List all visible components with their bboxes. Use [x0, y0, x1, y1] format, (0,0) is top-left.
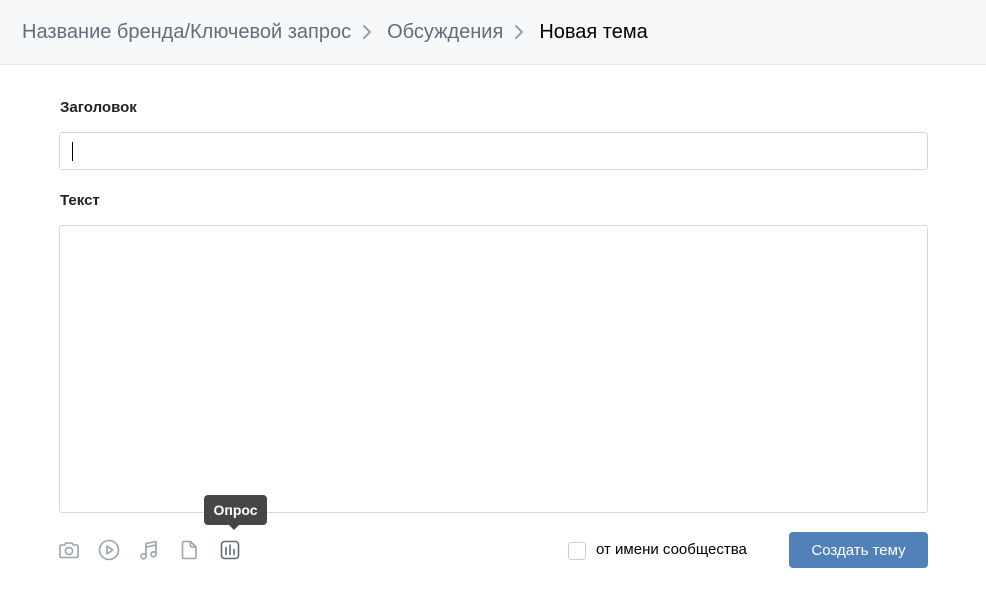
title-input[interactable]: [59, 132, 928, 170]
community-checkbox[interactable]: [568, 542, 586, 560]
breadcrumb-item-brand[interactable]: Название бренда/Ключевой запрос: [22, 21, 351, 44]
music-icon[interactable]: [137, 538, 161, 562]
text-label: Текст: [60, 192, 100, 209]
breadcrumb-current: Новая тема: [539, 20, 648, 43]
create-topic-button[interactable]: Создать тему: [789, 532, 928, 568]
poll-icon[interactable]: [218, 538, 242, 562]
text-caret: [72, 142, 73, 161]
community-checkbox-label[interactable]: от имени сообщества: [596, 541, 747, 558]
breadcrumb-header: Название бренда/Ключевой запрос Обсужден…: [0, 0, 986, 65]
document-icon[interactable]: [177, 538, 201, 562]
video-icon[interactable]: [97, 538, 121, 562]
tooltip-text: Опрос: [213, 502, 258, 518]
text-area[interactable]: [59, 225, 928, 513]
camera-icon[interactable]: [57, 538, 81, 562]
chevron-right-icon: [351, 22, 387, 42]
title-label: Заголовок: [60, 99, 137, 116]
tooltip-arrow: [228, 524, 240, 530]
breadcrumb-item-discussions[interactable]: Обсуждения: [387, 21, 503, 44]
chevron-right-icon: [503, 22, 539, 42]
poll-tooltip: Опрос: [204, 495, 267, 530]
